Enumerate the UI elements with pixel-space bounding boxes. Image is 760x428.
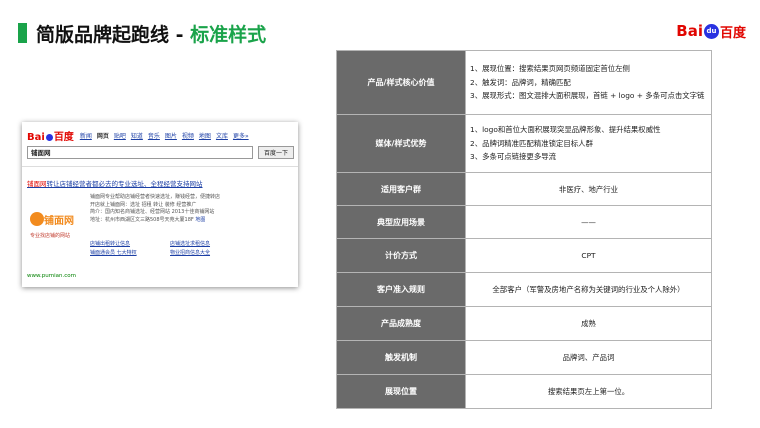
- desc-line: 简介：国内知名商铺选址、经营网站 2013十佳商铺网站: [90, 209, 215, 215]
- row-key: 计价方式: [336, 238, 466, 273]
- paw-icon: du: [703, 23, 719, 39]
- nav-video[interactable]: 视频: [182, 131, 194, 140]
- table-row: 适用客户群 非医疗、地产行业: [336, 172, 712, 206]
- row-key: 典型应用场景: [336, 205, 466, 239]
- row-value-item: 2、品牌词精准匹配精准锁定目标人群: [470, 138, 593, 148]
- row-value: 成熟: [465, 306, 712, 341]
- nav-music[interactable]: 音乐: [148, 131, 160, 140]
- table-row: 媒体/样式优势 1、logo和首位大面积展现突显品牌形象、提升结果权威性 2、品…: [336, 114, 712, 173]
- ad-brand-logo[interactable]: 铺面网 专业找店铺的网站: [30, 206, 85, 246]
- mini-baidu-logo: Bai 百度: [27, 128, 74, 143]
- row-value-item: 3、多条可点链接更多导流: [470, 152, 557, 162]
- row-value: 品牌词、产品词: [465, 340, 712, 375]
- row-key: 媒体/样式优势: [336, 114, 466, 173]
- row-key: 产品/样式核心价值: [336, 50, 466, 115]
- nav-wenku[interactable]: 文库: [216, 131, 228, 140]
- table-row: 展现位置 搜索结果页左上第一位。: [336, 374, 712, 409]
- sublink[interactable]: 物业招商信息大全: [170, 249, 250, 258]
- row-value: CPT: [465, 238, 712, 273]
- nav-zhidao[interactable]: 知道: [131, 131, 143, 140]
- nav-tieba[interactable]: 贴吧: [114, 131, 126, 140]
- page-title-main: 简版品牌起跑线 -: [36, 24, 191, 46]
- desc-line: 开店就上铺面网：选址 招租 转让 装修 经营推广: [90, 201, 197, 208]
- sublink[interactable]: 铺面通会员 七大特权: [90, 249, 170, 258]
- mini-paw-icon: [45, 133, 53, 141]
- row-key: 客户准入规则: [336, 272, 466, 307]
- row-value-list: 1、展现位置：搜索结果页网页频道固定首位左侧 2、触发词：品牌词，精确匹配 3、…: [465, 50, 712, 115]
- results-divider: [22, 166, 298, 167]
- row-value-item: 1、展现位置：搜索结果页网页频道固定首位左侧: [470, 64, 630, 74]
- brand-logo-slogan: 专业找店铺的网站: [30, 233, 71, 239]
- table-row: 计价方式 CPT: [336, 238, 712, 273]
- nav-images[interactable]: 图片: [165, 131, 177, 140]
- table-row: 客户准入规则 全部客户（军警及房地产名称为关键词的行业及个人除外）: [336, 272, 712, 307]
- search-result-screenshot: Bai 百度 新闻 网页 贴吧 知道 音乐 图片 视频 地图 文库 更多» 铺面网…: [22, 122, 298, 287]
- ad-headline-brand: 铺面网: [27, 180, 47, 188]
- ad-description: 铺面网专业帮助店铺经营者快速选址，赚钱经营，便捷转店 开店就上铺面网：选址 招租…: [90, 194, 220, 224]
- desc-line: 铺面网专业帮助店铺经营者快速选址，赚钱经营，便捷转店: [90, 194, 221, 200]
- search-nav: Bai 百度 新闻 网页 贴吧 知道 音乐 图片 视频 地图 文库 更多»: [27, 128, 254, 143]
- mini-baidu-logo-suffix: 百度: [53, 132, 74, 143]
- page-title: 简版品牌起跑线 - 标准样式: [36, 20, 266, 47]
- row-value-item: 3、展现形式：图文混排大面积展现，首链 + logo + 多条可点击文字链: [470, 91, 705, 101]
- table-row: 产品/样式核心价值 1、展现位置：搜索结果页网页频道固定首位左侧 2、触发词：品…: [336, 50, 712, 115]
- row-key: 产品成熟度: [336, 306, 466, 341]
- title-accent-bar: [18, 23, 27, 43]
- row-key: 展现位置: [336, 374, 466, 409]
- ad-sublinks: 店铺出租转让信息 店铺选址求租信息 铺面通会员 七大特权 物业招商信息大全: [90, 240, 250, 258]
- desc-line-address: 地址：杭州市西湖区文三路508号天苑大厦18F 地图: [90, 217, 220, 225]
- ad-display-url: www.pumian.com: [27, 273, 76, 279]
- nav-web[interactable]: 网页: [97, 131, 109, 140]
- row-value: 全部客户（军警及房地产名称为关键词的行业及个人除外）: [465, 272, 712, 307]
- row-value-item: 2、触发词：品牌词，精确匹配: [470, 77, 571, 87]
- row-value-list: 1、logo和首位大面积展现突显品牌形象、提升结果权威性 2、品牌词精准匹配精准…: [465, 114, 712, 173]
- baidu-logo: Bai du 百度: [676, 16, 746, 46]
- ad-headline-text: 转让店铺经营者都必去的专业选址、全程经营支持网站: [46, 180, 203, 188]
- search-input[interactable]: 铺面网: [27, 146, 253, 159]
- baidu-logo-prefix: Bai: [676, 22, 703, 40]
- map-link[interactable]: 地图: [195, 217, 205, 223]
- nav-news[interactable]: 新闻: [80, 131, 92, 140]
- baidu-logo-suffix: 百度: [719, 25, 746, 41]
- desc-address: 地址：杭州市西湖区文三路508号天苑大厦18F: [90, 216, 194, 223]
- search-button[interactable]: 百度一下: [258, 146, 294, 159]
- row-value-item: 1、logo和首位大面积展现突显品牌形象、提升结果权威性: [470, 125, 661, 135]
- product-spec-table: 产品/样式核心价值 1、展现位置：搜索结果页网页频道固定首位左侧 2、触发词：品…: [336, 50, 712, 409]
- sublink[interactable]: 店铺选址求租信息: [170, 240, 250, 249]
- brand-logo-word: 铺面网: [44, 216, 74, 227]
- sublink[interactable]: 店铺出租转让信息: [90, 240, 170, 249]
- brand-logo-icon: [30, 212, 44, 226]
- table-row: 典型应用场景 ——: [336, 205, 712, 239]
- page-title-accent: 标准样式: [190, 24, 267, 46]
- nav-map[interactable]: 地图: [199, 131, 211, 140]
- ad-headline-link[interactable]: 铺面网转让店铺经营者都必去的专业选址、全程经营支持网站: [27, 178, 203, 188]
- row-value: 搜索结果页左上第一位。: [465, 374, 712, 409]
- nav-more[interactable]: 更多»: [233, 131, 249, 140]
- row-value: 非医疗、地产行业: [465, 172, 712, 206]
- table-row: 触发机制 品牌词、产品词: [336, 340, 712, 375]
- row-key: 适用客户群: [336, 172, 466, 206]
- table-row: 产品成熟度 成熟: [336, 306, 712, 341]
- row-key: 触发机制: [336, 340, 466, 375]
- row-value: ——: [465, 205, 712, 239]
- mini-baidu-logo-text: Bai: [27, 132, 45, 143]
